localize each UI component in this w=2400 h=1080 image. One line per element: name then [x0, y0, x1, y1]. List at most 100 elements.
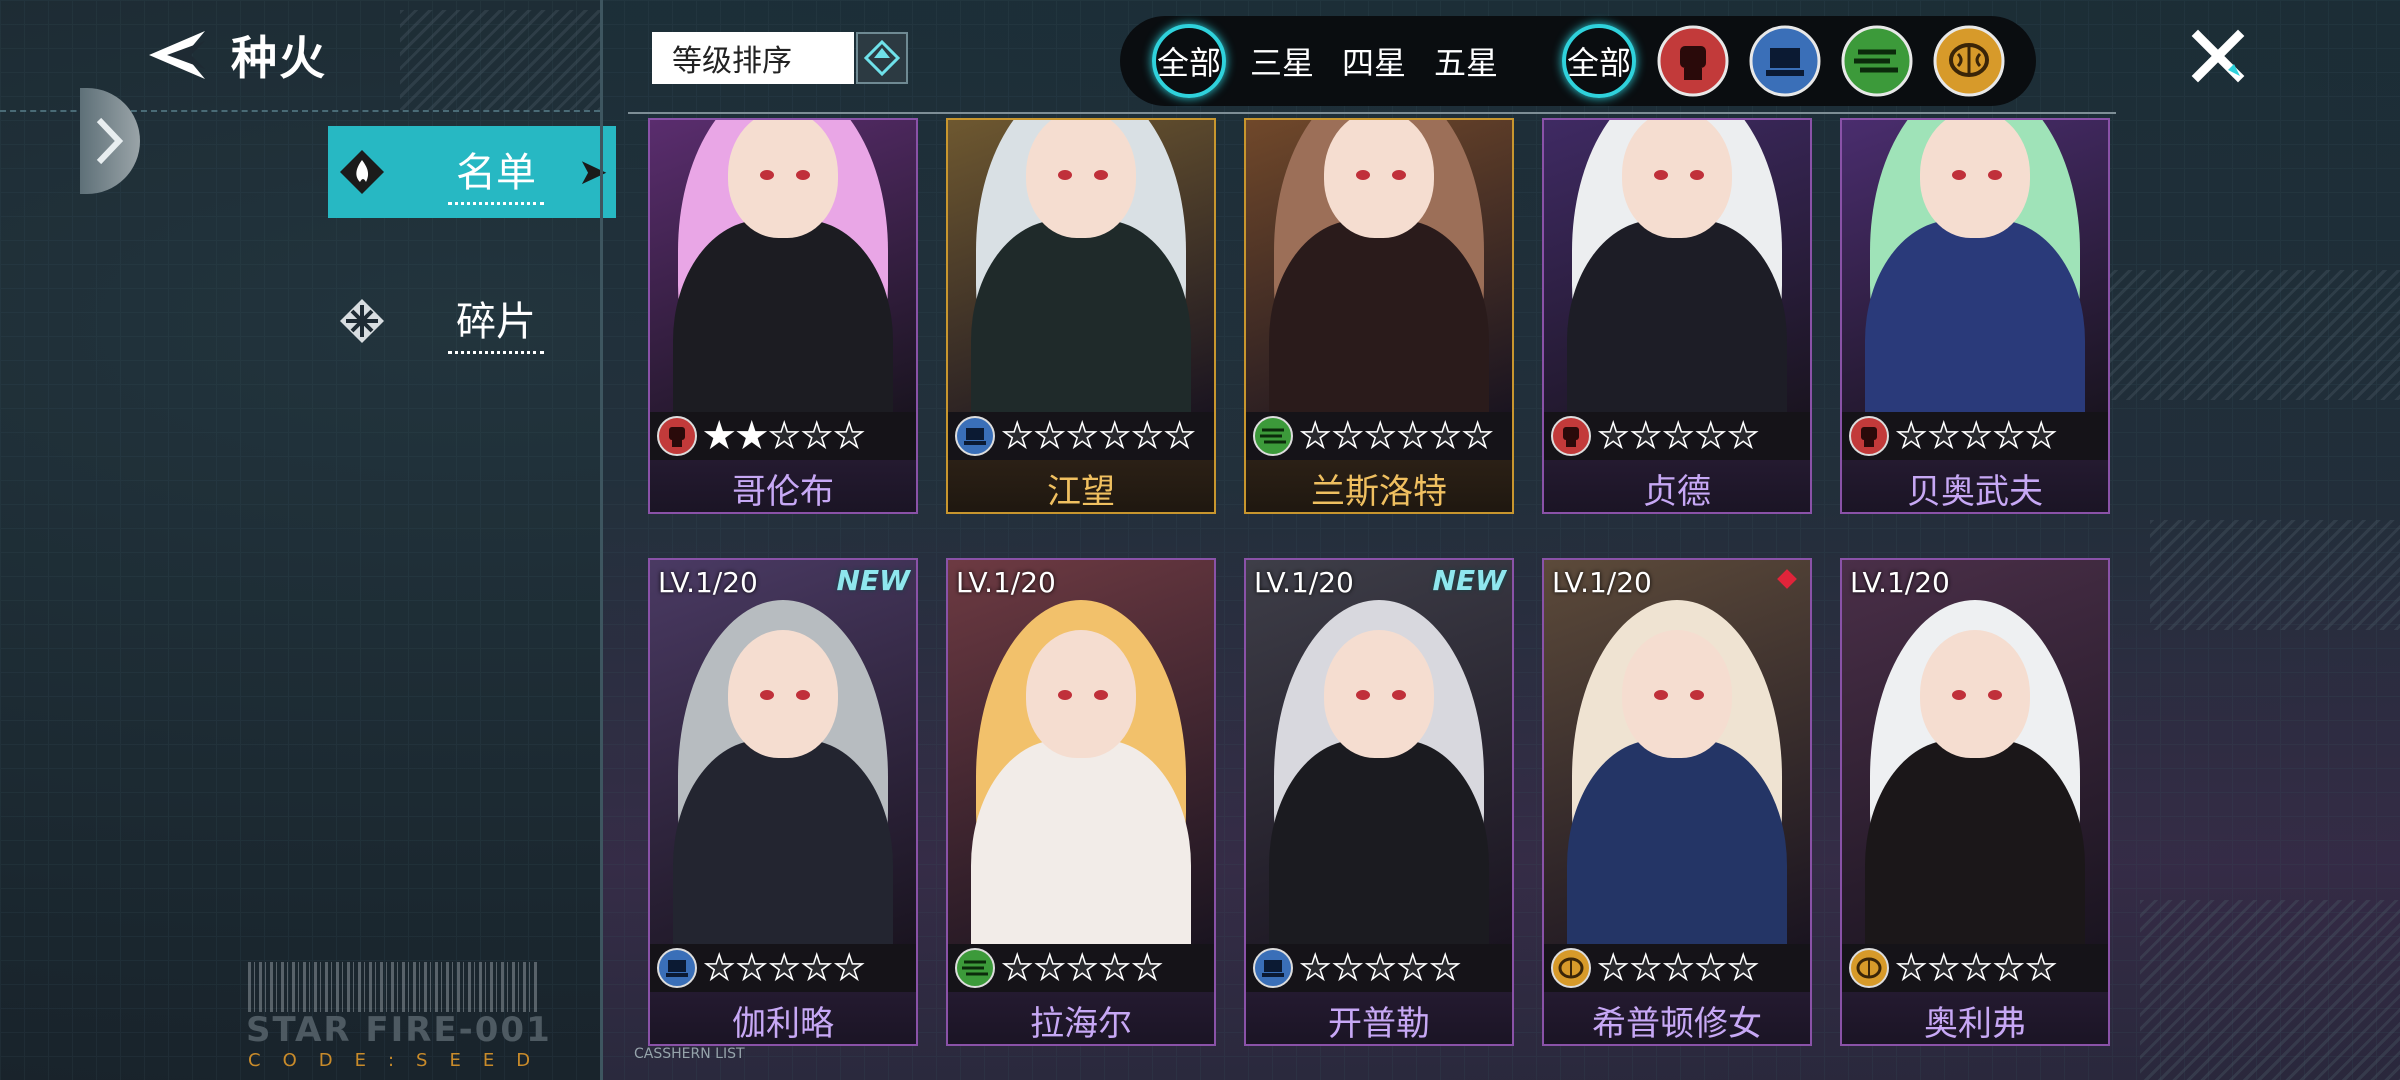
fist-icon — [1849, 416, 1889, 456]
rarity-stars: ★ ★ ★ ★ ★ ★ — [1299, 416, 1493, 456]
portrait-eye — [1356, 170, 1370, 180]
chevron-right-icon — [96, 117, 124, 165]
character-name: 伽利略 — [650, 992, 916, 1044]
portrait-face — [1622, 630, 1732, 758]
fist-icon — [657, 416, 697, 456]
portrait-eye — [1690, 170, 1704, 180]
star-icon: ★ — [736, 416, 768, 456]
tab-roster[interactable]: 名单 ➤ — [328, 126, 616, 218]
star-icon: ★ — [1001, 416, 1033, 456]
portrait-face — [728, 120, 838, 238]
character-card[interactable]: LV.1/20 ★ ★ ★ ★ ★ 拉海尔 — [946, 558, 1216, 1046]
star-icon: ★ — [1960, 948, 1992, 988]
sort-dropdown[interactable]: 等级排序 — [652, 32, 854, 84]
expand-panel-button[interactable] — [80, 88, 140, 194]
portrait-eye — [1356, 690, 1370, 700]
rarity-stars: ★ ★ ★ ★ ★ — [703, 948, 865, 988]
character-name: 江望 — [948, 460, 1214, 512]
character-card[interactable]: ★ ★ ★ ★ ★ 哥伦布 — [648, 118, 918, 514]
card-info-bar: ★ ★ ★ ★ ★ — [650, 412, 916, 460]
portrait-eye — [1094, 170, 1108, 180]
character-card[interactable]: ★ ★ ★ ★ ★ ★ 江望 — [946, 118, 1216, 514]
character-card[interactable]: LV.1/20 NEW ★ ★ ★ ★ ★ 伽利略 — [648, 558, 918, 1046]
star-icon: ★ — [1364, 416, 1396, 456]
star-icon: ★ — [833, 948, 865, 988]
character-card[interactable]: ★ ★ ★ ★ ★ ★ 兰斯洛特 — [1244, 118, 1514, 514]
filter-fist[interactable] — [1656, 24, 1730, 98]
rarity-stars: ★ ★ ★ ★ ★ — [1597, 416, 1759, 456]
rarity-stars: ★ ★ ★ ★ ★ — [1895, 948, 2057, 988]
character-card[interactable]: ★ ★ ★ ★ ★ 贝奥武夫 — [1840, 118, 2110, 514]
portrait-face — [1920, 120, 2030, 238]
star-icon: ★ — [768, 416, 800, 456]
portrait-face — [1324, 630, 1434, 758]
portrait-face — [1622, 120, 1732, 238]
type-badge — [1848, 415, 1890, 457]
star-icon: ★ — [1429, 948, 1461, 988]
filter-chip[interactable] — [1748, 24, 1822, 98]
divider-vertical — [600, 0, 603, 1080]
filter-star-all[interactable]: 全部 — [1152, 24, 1226, 98]
star-icon: ★ — [1332, 416, 1364, 456]
filter-brain[interactable] — [1932, 24, 2006, 98]
rarity-stars: ★ ★ ★ ★ ★ — [703, 416, 865, 456]
back-arrow-icon[interactable] — [145, 27, 209, 83]
character-portrait — [650, 560, 916, 1044]
portrait-eye — [1952, 690, 1966, 700]
portrait-eye — [1690, 690, 1704, 700]
type-badge — [656, 947, 698, 989]
star-icon: ★ — [1597, 948, 1629, 988]
star-icon: ★ — [1299, 416, 1331, 456]
star-icon: ★ — [1397, 416, 1429, 456]
sort-label: 等级排序 — [672, 44, 792, 79]
type-badge — [954, 415, 996, 457]
tab-arrow-icon: ➤ — [577, 151, 608, 193]
star-icon: ★ — [1960, 416, 1992, 456]
level-label: LV.1/20 — [658, 566, 758, 599]
sort-order-button[interactable] — [856, 32, 908, 84]
tab-roster-label: 名单 — [448, 140, 544, 205]
star-icon: ★ — [703, 416, 735, 456]
star-icon: ★ — [2025, 416, 2057, 456]
tab-fragments-label: 碎片 — [448, 289, 544, 354]
star-icon: ★ — [1001, 948, 1033, 988]
star-icon: ★ — [1695, 948, 1727, 988]
filter-5star[interactable]: 五星 — [1426, 24, 1506, 98]
star-icon: ★ — [801, 948, 833, 988]
star-icon: ★ — [1727, 948, 1759, 988]
brain-icon — [1849, 948, 1889, 988]
card-info-bar: ★ ★ ★ ★ ★ — [1544, 412, 1810, 460]
close-icon[interactable] — [2188, 26, 2248, 86]
star-icon: ★ — [1630, 416, 1662, 456]
filter-4star[interactable]: 四星 — [1334, 24, 1414, 98]
portrait-eye — [1952, 170, 1966, 180]
starfire-label: STAR FIRE-001 — [246, 1010, 552, 1050]
type-badge — [954, 947, 996, 989]
portrait-eye — [1058, 170, 1072, 180]
character-portrait — [948, 560, 1214, 1044]
flame-icon — [340, 150, 384, 194]
character-name: 哥伦布 — [650, 460, 916, 512]
filter-wave[interactable] — [1840, 24, 1914, 98]
character-portrait — [1544, 120, 1810, 512]
character-card[interactable]: ★ ★ ★ ★ ★ 贞德 — [1542, 118, 1812, 514]
portrait-eye — [1392, 170, 1406, 180]
portrait-eye — [1654, 690, 1668, 700]
card-info-bar: ★ ★ ★ ★ ★ — [650, 944, 916, 992]
chip-icon — [1253, 948, 1293, 988]
filter-5star-label: 五星 — [1433, 44, 1498, 82]
filter-type-all[interactable]: 全部 — [1562, 24, 1636, 98]
filter-3star[interactable]: 三星 — [1242, 24, 1322, 98]
card-info-bar: ★ ★ ★ ★ ★ ★ — [1246, 412, 1512, 460]
star-icon: ★ — [1332, 948, 1364, 988]
wave-icon — [1253, 416, 1293, 456]
character-card[interactable]: LV.1/20 ★ ★ ★ ★ ★ 奥利弗 — [1840, 558, 2110, 1046]
character-card[interactable]: LV.1/20 NEW ★ ★ ★ ★ ★ 开普勒 — [1244, 558, 1514, 1046]
star-icon: ★ — [1662, 948, 1694, 988]
star-icon: ★ — [1993, 948, 2025, 988]
type-badge — [1252, 947, 1294, 989]
character-card[interactable]: LV.1/20 ★ ★ ★ ★ ★ 希普顿修女 — [1542, 558, 1812, 1046]
card-info-bar: ★ ★ ★ ★ ★ ★ — [948, 412, 1214, 460]
character-portrait — [1842, 560, 2108, 1044]
tab-fragments[interactable]: 碎片 — [328, 275, 616, 367]
